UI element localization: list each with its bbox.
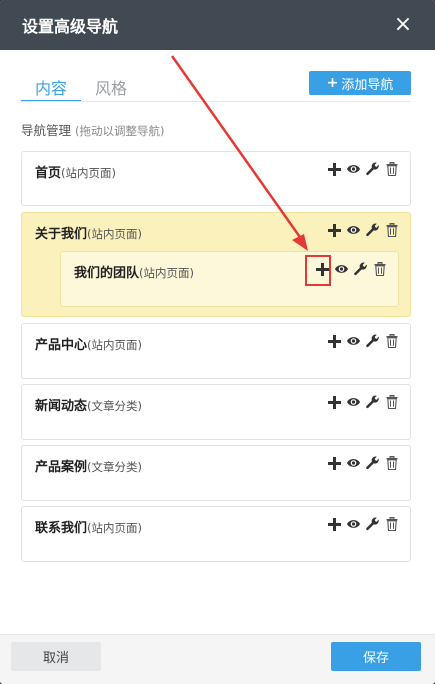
nav-item-type: (文章分类) [87,399,142,413]
cancel-button[interactable]: 取消 [11,642,101,671]
wrench-icon[interactable] [365,516,380,532]
nav-item-actions [327,222,399,238]
plus-icon[interactable] [327,333,342,349]
tab-divider [21,101,411,102]
plus-icon[interactable] [327,516,342,532]
trash-icon[interactable] [384,394,399,410]
nav-item[interactable]: 联系我们(站内页面) [21,506,411,562]
wrench-icon[interactable] [365,161,380,177]
nav-item-title: 首页(站内页面) [35,162,116,181]
tab-style[interactable]: 风格 [81,72,141,102]
tab-content[interactable]: 内容 [21,72,82,102]
plus-icon[interactable] [327,394,342,410]
dialog-title: 设置高级导航 [22,17,119,36]
nav-item[interactable]: 首页(站内页面) [21,151,411,206]
nav-item[interactable]: 产品案例(文章分类) [21,445,411,501]
trash-icon[interactable] [384,333,399,349]
nav-item-name: 产品中心 [35,338,88,353]
nav-item[interactable]: 关于我们(站内页面) 我们的团队(站内页面) [21,212,411,317]
nav-item-actions [327,455,399,471]
plus-icon[interactable] [327,455,342,471]
eye-icon[interactable] [346,161,361,177]
nav-item-type: (文章分类) [87,460,142,474]
trash-icon[interactable] [384,161,399,177]
nav-item-type: (站内页面) [87,227,142,241]
section-hint: (拖动以调整导航) [75,124,165,138]
nav-item[interactable]: 新闻动态(文章分类) [21,384,411,440]
wrench-icon[interactable] [365,333,380,349]
nav-item-name: 我们的团队 [74,266,140,281]
tab-bar: 内容 风格 [21,72,141,102]
trash-icon[interactable] [384,455,399,471]
wrench-icon[interactable] [365,222,380,238]
nav-item-type: (站内页面) [61,166,116,180]
nav-item-name: 产品案例 [35,460,88,475]
wrench-icon[interactable] [353,261,368,277]
eye-icon[interactable] [334,261,349,277]
nav-item-title: 产品中心(站内页面) [35,334,142,353]
nav-item-title: 新闻动态(文章分类) [35,395,142,414]
trash-icon[interactable] [384,516,399,532]
advanced-nav-dialog: 设置高级导航 × 内容 风格 + 添加导航 导航管理 (拖动以调整导航) 首页(… [0,0,435,684]
nav-item-name: 关于我们 [35,227,88,242]
eye-icon[interactable] [346,455,361,471]
eye-icon[interactable] [346,516,361,532]
add-nav-button[interactable]: + 添加导航 [309,71,411,95]
nav-item-title: 产品案例(文章分类) [35,456,142,475]
nav-item-name: 新闻动态 [35,399,88,414]
dialog-content: 内容 风格 + 添加导航 导航管理 (拖动以调整导航) 首页(站内页面) 关于我… [0,50,435,634]
plus-icon[interactable] [327,222,342,238]
section-header: 导航管理 (拖动以调整导航) [21,120,164,139]
nav-item-actions [327,161,399,177]
nav-item-name: 联系我们 [35,521,88,536]
eye-icon[interactable] [346,333,361,349]
nav-item-type: (站内页面) [139,266,194,280]
nav-item-title: 我们的团队(站内页面) [74,262,194,281]
nav-item-actions [327,333,399,349]
dialog-titlebar: 设置高级导航 × [0,0,435,50]
save-button[interactable]: 保存 [331,642,421,671]
dialog-footer: 取消 保存 [0,634,435,684]
eye-icon[interactable] [346,394,361,410]
nav-item-type: (站内页面) [87,338,142,352]
nav-item-actions [327,394,399,410]
trash-icon[interactable] [372,261,387,277]
nav-item-name: 首页 [35,166,62,181]
wrench-icon[interactable] [365,394,380,410]
nav-item[interactable]: 产品中心(站内页面) [21,323,411,379]
add-nav-label: 添加导航 [341,77,394,93]
nav-item-actions [327,516,399,532]
nav-item-title: 联系我们(站内页面) [35,517,142,536]
plus-icon[interactable] [327,161,342,177]
plus-icon: + [326,75,339,91]
trash-icon[interactable] [384,222,399,238]
section-title: 导航管理 [21,123,72,138]
close-icon[interactable]: × [393,14,413,36]
nav-subitem[interactable]: 我们的团队(站内页面) [60,251,399,307]
wrench-icon[interactable] [365,455,380,471]
annotation-highlight-box [305,255,331,286]
nav-item-type: (站内页面) [87,521,142,535]
nav-item-title: 关于我们(站内页面) [35,223,142,242]
eye-icon[interactable] [346,222,361,238]
